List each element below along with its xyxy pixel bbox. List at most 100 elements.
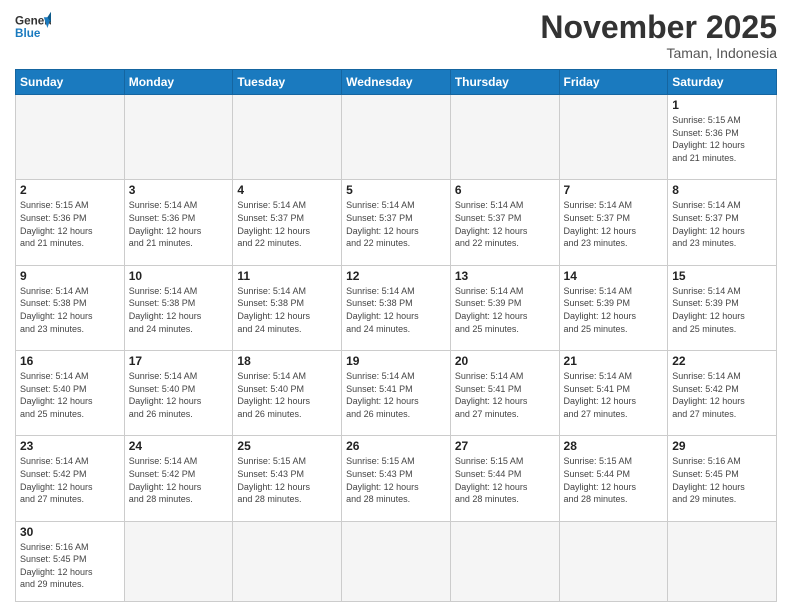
day-info: Sunrise: 5:14 AM Sunset: 5:42 PM Dayligh… (20, 455, 120, 505)
day-number: 24 (129, 439, 229, 453)
calendar-cell: 13Sunrise: 5:14 AM Sunset: 5:39 PM Dayli… (450, 265, 559, 350)
calendar-cell (342, 95, 451, 180)
day-number: 11 (237, 269, 337, 283)
calendar-cell: 27Sunrise: 5:15 AM Sunset: 5:44 PM Dayli… (450, 436, 559, 521)
day-info: Sunrise: 5:14 AM Sunset: 5:38 PM Dayligh… (20, 285, 120, 335)
day-number: 19 (346, 354, 446, 368)
calendar-cell: 17Sunrise: 5:14 AM Sunset: 5:40 PM Dayli… (124, 351, 233, 436)
day-info: Sunrise: 5:14 AM Sunset: 5:38 PM Dayligh… (346, 285, 446, 335)
calendar-cell: 9 Sunrise: 5:14 AM Sunset: 5:38 PM Daylig… (16, 265, 125, 350)
day-number: 23 (20, 439, 120, 453)
calendar-table: SundayMondayTuesdayWednesdayThursdayFrid… (15, 69, 777, 602)
calendar-cell (16, 95, 125, 180)
week-row-2: 9 Sunrise: 5:14 AM Sunset: 5:38 PM Daylig… (16, 265, 777, 350)
day-info: Sunrise: 5:14 AM Sunset: 5:42 PM Dayligh… (129, 455, 229, 505)
calendar-cell: 15Sunrise: 5:14 AM Sunset: 5:39 PM Dayli… (668, 265, 777, 350)
day-info: Sunrise: 5:14 AM Sunset: 5:40 PM Dayligh… (237, 370, 337, 420)
calendar-cell (450, 521, 559, 601)
week-row-5: 30 Sunrise: 5:16 AM Sunset: 5:45 PM Dayli… (16, 521, 777, 601)
calendar-cell (233, 521, 342, 601)
calendar-cell: 7Sunrise: 5:14 AM Sunset: 5:37 PM Daylig… (559, 180, 668, 265)
page: General Blue November 2025 Taman, Indone… (0, 0, 792, 612)
day-info: Sunrise: 5:15 AM Sunset: 5:43 PM Dayligh… (237, 455, 337, 505)
day-number: 4 (237, 183, 337, 197)
day-number: 9 (20, 269, 120, 283)
day-number: 16 (20, 354, 120, 368)
calendar-cell (450, 95, 559, 180)
calendar-cell: 30 Sunrise: 5:16 AM Sunset: 5:45 PM Dayli… (16, 521, 125, 601)
day-number: 12 (346, 269, 446, 283)
week-row-0: 1 Sunrise: 5:15 AM Sunset: 5:36 PM Daylig… (16, 95, 777, 180)
day-info: Sunrise: 5:14 AM Sunset: 5:41 PM Dayligh… (564, 370, 664, 420)
calendar-cell: 21 Sunrise: 5:14 AM Sunset: 5:41 PM Dayli… (559, 351, 668, 436)
weekday-header-friday: Friday (559, 70, 668, 95)
day-info: Sunrise: 5:14 AM Sunset: 5:39 PM Dayligh… (672, 285, 772, 335)
calendar-cell (559, 521, 668, 601)
weekday-header-wednesday: Wednesday (342, 70, 451, 95)
weekday-header-monday: Monday (124, 70, 233, 95)
day-info: Sunrise: 5:14 AM Sunset: 5:37 PM Dayligh… (455, 199, 555, 249)
day-info: Sunrise: 5:15 AM Sunset: 5:43 PM Dayligh… (346, 455, 446, 505)
calendar-cell: 26Sunrise: 5:15 AM Sunset: 5:43 PM Dayli… (342, 436, 451, 521)
calendar-cell: 14Sunrise: 5:14 AM Sunset: 5:39 PM Dayli… (559, 265, 668, 350)
calendar-cell: 16Sunrise: 5:14 AM Sunset: 5:40 PM Dayli… (16, 351, 125, 436)
calendar-cell: 3 Sunrise: 5:14 AM Sunset: 5:36 PM Daylig… (124, 180, 233, 265)
day-number: 14 (564, 269, 664, 283)
day-info: Sunrise: 5:15 AM Sunset: 5:44 PM Dayligh… (564, 455, 664, 505)
day-info: Sunrise: 5:14 AM Sunset: 5:37 PM Dayligh… (237, 199, 337, 249)
day-number: 5 (346, 183, 446, 197)
calendar-cell (559, 95, 668, 180)
day-info: Sunrise: 5:14 AM Sunset: 5:40 PM Dayligh… (129, 370, 229, 420)
day-number: 3 (129, 183, 229, 197)
day-number: 30 (20, 525, 120, 539)
svg-text:Blue: Blue (15, 27, 41, 40)
day-info: Sunrise: 5:16 AM Sunset: 5:45 PM Dayligh… (20, 541, 120, 591)
weekday-header-row: SundayMondayTuesdayWednesdayThursdayFrid… (16, 70, 777, 95)
day-number: 21 (564, 354, 664, 368)
day-number: 13 (455, 269, 555, 283)
calendar-cell: 8 Sunrise: 5:14 AM Sunset: 5:37 PM Daylig… (668, 180, 777, 265)
day-info: Sunrise: 5:16 AM Sunset: 5:45 PM Dayligh… (672, 455, 772, 505)
calendar-cell: 24 Sunrise: 5:14 AM Sunset: 5:42 PM Dayli… (124, 436, 233, 521)
day-number: 18 (237, 354, 337, 368)
day-number: 28 (564, 439, 664, 453)
day-info: Sunrise: 5:14 AM Sunset: 5:37 PM Dayligh… (564, 199, 664, 249)
calendar-cell (124, 95, 233, 180)
day-info: Sunrise: 5:15 AM Sunset: 5:36 PM Dayligh… (20, 199, 120, 249)
day-info: Sunrise: 5:14 AM Sunset: 5:41 PM Dayligh… (346, 370, 446, 420)
day-number: 2 (20, 183, 120, 197)
day-info: Sunrise: 5:14 AM Sunset: 5:36 PM Dayligh… (129, 199, 229, 249)
weekday-header-tuesday: Tuesday (233, 70, 342, 95)
calendar-cell: 2 Sunrise: 5:15 AM Sunset: 5:36 PM Daylig… (16, 180, 125, 265)
calendar-cell: 10Sunrise: 5:14 AM Sunset: 5:38 PM Dayli… (124, 265, 233, 350)
calendar-cell: 12 Sunrise: 5:14 AM Sunset: 5:38 PM Dayli… (342, 265, 451, 350)
calendar-cell: 28 Sunrise: 5:15 AM Sunset: 5:44 PM Dayli… (559, 436, 668, 521)
day-info: Sunrise: 5:15 AM Sunset: 5:36 PM Dayligh… (672, 114, 772, 164)
day-number: 1 (672, 98, 772, 112)
day-number: 8 (672, 183, 772, 197)
calendar-cell: 1 Sunrise: 5:15 AM Sunset: 5:36 PM Daylig… (668, 95, 777, 180)
day-number: 6 (455, 183, 555, 197)
day-info: Sunrise: 5:14 AM Sunset: 5:37 PM Dayligh… (672, 199, 772, 249)
general-blue-icon: General Blue (15, 10, 51, 46)
calendar-cell: 19 Sunrise: 5:14 AM Sunset: 5:41 PM Dayli… (342, 351, 451, 436)
calendar-cell (124, 521, 233, 601)
week-row-3: 16 Sunrise: 5:14 AM Sunset: 5:40 PM Dayli… (16, 351, 777, 436)
calendar-cell: 5Sunrise: 5:14 AM Sunset: 5:37 PM Daylig… (342, 180, 451, 265)
calendar-cell: 18 Sunrise: 5:14 AM Sunset: 5:40 PM Dayli… (233, 351, 342, 436)
logo: General Blue (15, 10, 51, 46)
calendar-cell: 29Sunrise: 5:16 AM Sunset: 5:45 PM Dayli… (668, 436, 777, 521)
day-number: 20 (455, 354, 555, 368)
month-title: November 2025 (540, 10, 777, 45)
calendar-cell: 6 Sunrise: 5:14 AM Sunset: 5:37 PM Daylig… (450, 180, 559, 265)
day-number: 10 (129, 269, 229, 283)
calendar-cell: 20Sunrise: 5:14 AM Sunset: 5:41 PM Dayli… (450, 351, 559, 436)
weekday-header-saturday: Saturday (668, 70, 777, 95)
calendar-cell (668, 521, 777, 601)
calendar-cell (342, 521, 451, 601)
week-row-1: 2 Sunrise: 5:15 AM Sunset: 5:36 PM Daylig… (16, 180, 777, 265)
header: General Blue November 2025 Taman, Indone… (15, 10, 777, 61)
calendar-cell: 23 Sunrise: 5:14 AM Sunset: 5:42 PM Dayli… (16, 436, 125, 521)
day-number: 27 (455, 439, 555, 453)
calendar-cell: 11Sunrise: 5:14 AM Sunset: 5:38 PM Dayli… (233, 265, 342, 350)
